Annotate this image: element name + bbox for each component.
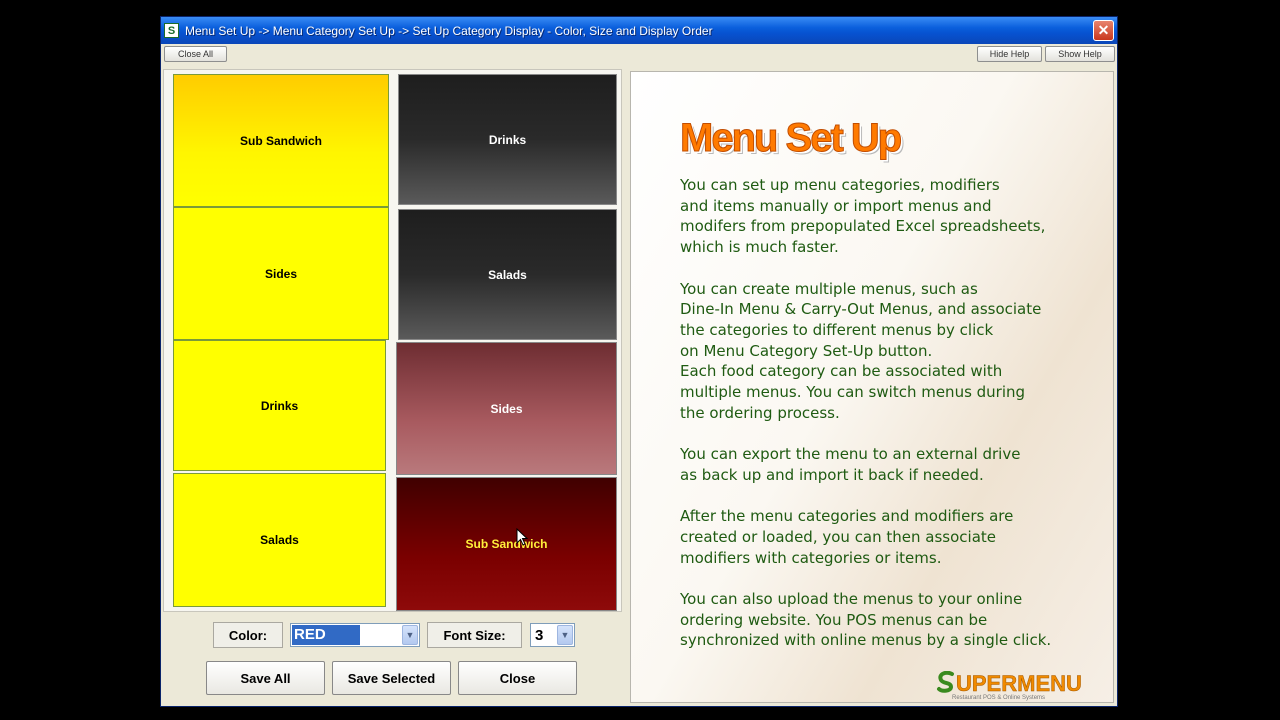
help-panel: Menu Set Up You can set up menu categori… xyxy=(630,71,1114,703)
save-all-button[interactable]: Save All xyxy=(206,661,325,695)
logo-wordmark: UPERMENU xyxy=(956,671,1082,697)
help-body: You can set up menu categories, modifier… xyxy=(680,175,1100,672)
mouse-cursor-icon xyxy=(516,528,528,546)
display-controls: Color: RED ▼ Font Size: 3 ▼ Save All Sav… xyxy=(203,614,581,704)
color-select-value: RED xyxy=(292,625,360,645)
close-all-button[interactable]: Close All xyxy=(164,46,227,62)
help-paragraph: You can create multiple menus, such as D… xyxy=(680,279,1042,422)
app-icon: S xyxy=(164,23,179,38)
color-label: Color: xyxy=(213,622,283,648)
toolbar: Close All Hide Help Show Help xyxy=(161,44,1117,68)
help-paragraph: You can set up menu categories, modifier… xyxy=(680,176,1046,257)
window-title: Menu Set Up -> Menu Category Set Up -> S… xyxy=(185,23,713,38)
category-tile-sub-sandwich[interactable]: Sub Sandwich xyxy=(173,74,389,207)
color-select[interactable]: RED ▼ xyxy=(290,623,420,647)
help-paragraph: After the menu categories and modifiers … xyxy=(680,507,1014,567)
font-size-select-value: 3 xyxy=(535,626,544,644)
main-window: S Menu Set Up -> Menu Category Set Up ->… xyxy=(160,16,1118,707)
supermenu-logo: UPERMENU Restaurant POS & Online Systems xyxy=(936,671,1082,701)
category-tile-drinks[interactable]: Drinks xyxy=(173,340,386,471)
font-size-select[interactable]: 3 ▼ xyxy=(530,623,575,647)
help-paragraph: You can export the menu to an external d… xyxy=(680,445,1021,484)
category-tile-drinks-preview[interactable]: Drinks xyxy=(398,74,617,205)
category-tile-sides-preview[interactable]: Sides xyxy=(396,342,617,475)
hide-help-button[interactable]: Hide Help xyxy=(977,46,1042,62)
chevron-down-icon[interactable]: ▼ xyxy=(557,625,573,645)
logo-s-icon xyxy=(937,671,954,693)
logo-tagline: Restaurant POS & Online Systems xyxy=(952,695,1046,701)
chevron-down-icon[interactable]: ▼ xyxy=(402,625,418,645)
category-tile-sub-sandwich-preview[interactable]: Sub Sandwich xyxy=(396,477,617,611)
font-size-label: Font Size: xyxy=(427,622,522,648)
window-close-button[interactable]: ✕ xyxy=(1093,20,1114,41)
category-tile-salads-preview[interactable]: Salads xyxy=(398,209,617,340)
show-help-button[interactable]: Show Help xyxy=(1045,46,1115,62)
title-bar: S Menu Set Up -> Menu Category Set Up ->… xyxy=(161,17,1117,44)
category-tile-salads[interactable]: Salads xyxy=(173,473,386,607)
category-tile-sides[interactable]: Sides xyxy=(173,207,389,340)
close-button[interactable]: Close xyxy=(458,661,577,695)
help-title: Menu Set Up xyxy=(679,116,902,161)
help-paragraph: You can also upload the menus to your on… xyxy=(680,590,1052,650)
save-selected-button[interactable]: Save Selected xyxy=(332,661,451,695)
category-display-panel: Sub Sandwich Sides Drinks Salads Drinks … xyxy=(163,69,622,612)
